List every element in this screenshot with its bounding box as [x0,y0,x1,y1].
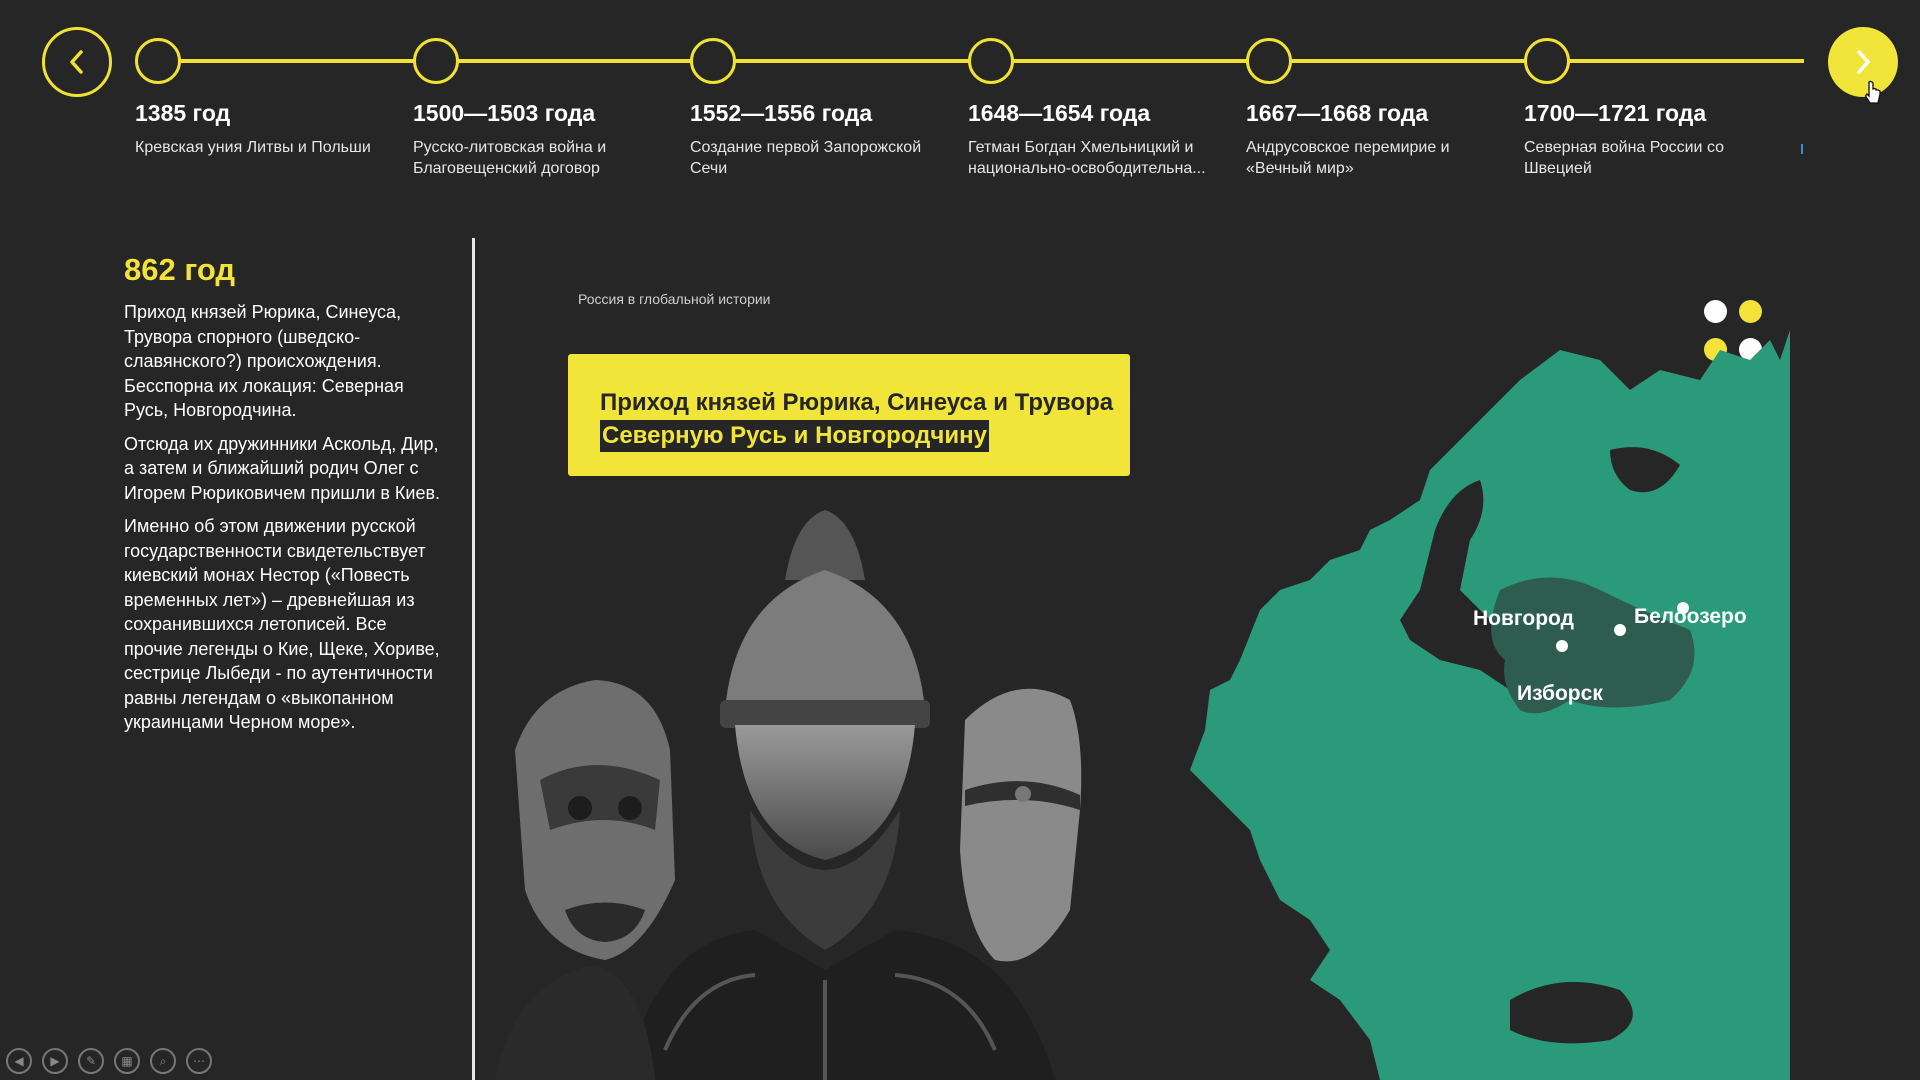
event-paragraph: Именно об этом движении русской государс… [124,516,440,732]
timeline-item[interactable]: 1700—1721 года Северная война России со … [1524,100,1784,179]
previous-icon: ◀ [14,1054,24,1068]
event-paragraph: Приход князей Рюрика, Синеуса, Трувора с… [124,302,404,420]
timeline-item[interactable]: 1648—1654 года Гетман Богдан Хмельницкий… [968,100,1228,179]
timeline-scroll-indicator [1801,144,1803,154]
more-icon: ⋯ [193,1054,205,1068]
timeline-node[interactable] [135,38,181,84]
headline-line-2: Северную Русь и Новгородчину [600,420,989,452]
zoom-button[interactable]: ⌕ [150,1048,176,1074]
slides-grid-button[interactable]: ▦ [114,1048,140,1074]
timeline-year: 1667—1668 года [1246,100,1429,126]
mouse-cursor-icon [1864,80,1881,104]
next-icon: ▶ [50,1054,60,1068]
timeline-node[interactable] [1524,38,1570,84]
timeline-node[interactable] [1246,38,1292,84]
headline-box: Приход князей Рюрика, Синеуса и Трувора … [568,354,1130,476]
timeline-year: 1700—1721 года [1524,100,1707,126]
timeline-item[interactable]: 1552—1556 года Создание первой Запорожск… [690,100,950,179]
city-label-beloozero: Белоозеро [1634,605,1747,628]
timeline-node[interactable] [413,38,459,84]
timeline-node[interactable] [968,38,1014,84]
presentation-toolbar: ◀ ▶ ✎ ▦ ⌕ ⋯ [6,1048,212,1074]
zoom-icon: ⌕ [159,1053,167,1068]
timeline-prev-button[interactable] [42,27,112,97]
chevron-right-icon [1857,50,1870,74]
slides-grid-icon: ▦ [121,1054,133,1068]
timeline-description: Андрусовское перемирие и «Вечный мир» [1246,139,1450,177]
izborsk-marker [1556,640,1568,652]
more-options-button[interactable]: ⋯ [186,1048,212,1074]
pen-button[interactable]: ✎ [78,1048,104,1074]
timeline-description: Кревская уния Литвы и Польши [135,139,371,156]
chevron-left-icon [70,50,83,74]
event-details: 862 год Приход князей Рюрика, Синеуса, Т… [124,252,449,744]
timeline-description: Создание первой Запорожской Сечи [690,139,922,177]
timeline-item[interactable]: 1385 год Кревская уния Литвы и Польши [135,100,395,158]
previous-slide-button[interactable]: ◀ [6,1048,32,1074]
timeline-description: Гетман Богдан Хмельницкий и национально-… [968,139,1206,177]
headline-line-1: Приход князей Рюрика, Синеуса и Трувора [600,389,1114,416]
next-slide-button[interactable]: ▶ [42,1048,68,1074]
timeline-node[interactable] [690,38,736,84]
timeline-description: Северная война России со Швецией [1524,139,1725,177]
city-label-novgorod: Новгород [1473,607,1574,630]
timeline-year: 1552—1556 года [690,100,873,126]
event-year: 862 год [124,252,236,287]
timeline-year: 1648—1654 года [968,100,1151,126]
column-divider [472,238,475,1080]
pen-icon: ✎ [85,1054,97,1068]
timeline-year: 1500—1503 года [413,100,596,126]
timeline-item[interactable]: 1667—1668 года Андрусовское перемирие и … [1246,100,1506,179]
map-black-sea [1510,982,1633,1044]
timeline-description: Русско-литовская война и Благовещенский … [413,139,607,177]
city-label-izborsk: Изборск [1517,682,1603,705]
event-paragraph: Отсюда их дружинники Аскольд, Дир, а зат… [124,433,441,503]
timeline-year: 1385 год [135,100,231,126]
timeline-item[interactable]: 1500—1503 года Русско-литовская война и … [413,100,673,179]
europe-map [1180,300,1790,1080]
timeline-next-button[interactable] [1828,27,1898,97]
slide-caption: Россия в глобальной истории [578,291,771,307]
princes-illustration [495,510,1082,1080]
novgorod-marker [1614,624,1626,636]
